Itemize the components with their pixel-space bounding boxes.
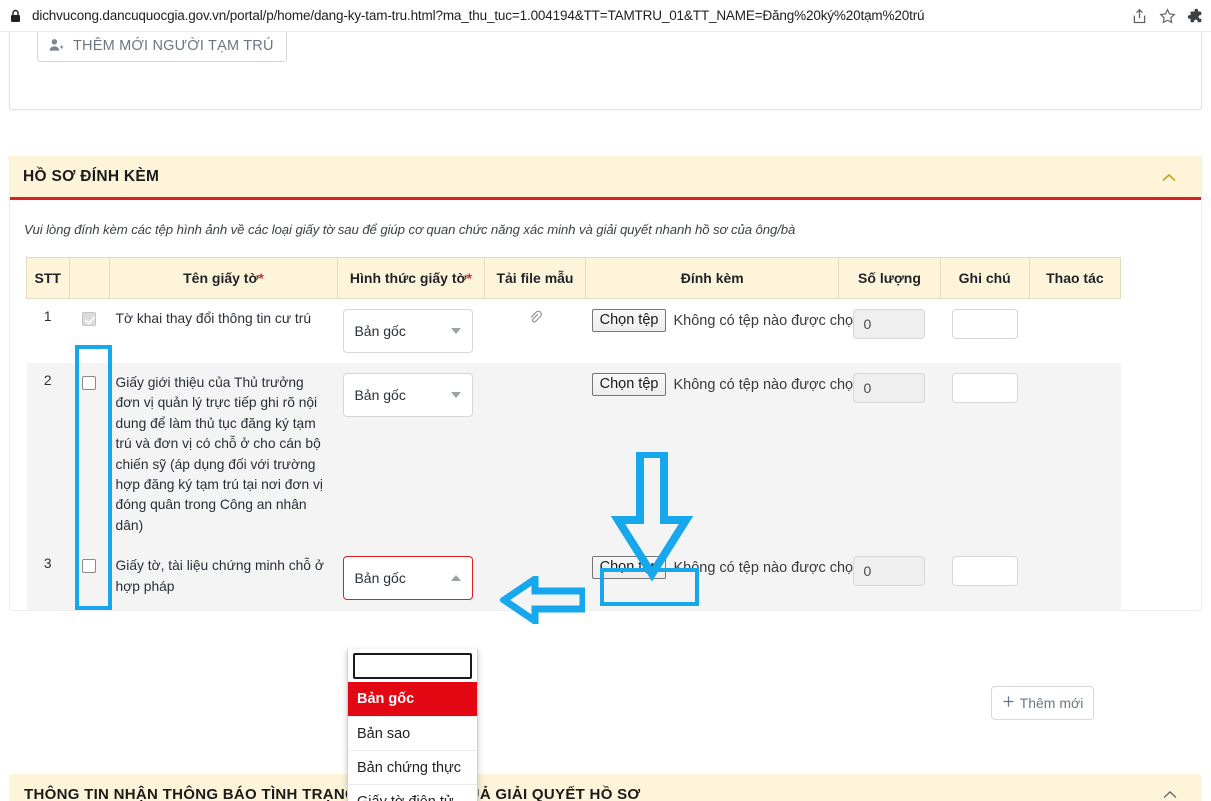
dropdown-filter-input[interactable]	[353, 653, 472, 679]
actions-cell	[1029, 298, 1121, 363]
document-type-value: Bản gốc	[354, 323, 406, 339]
star-icon[interactable]	[1153, 2, 1181, 30]
notification-info-panel[interactable]: THÔNG TIN NHẬN THÔNG BÁO TÌNH TRẠNG HỒ S…	[9, 774, 1202, 801]
column-header-doc-type: Hình thức giấy tờ*	[336, 257, 485, 299]
note-input[interactable]	[951, 309, 1018, 339]
browser-address-bar: dichvucong.dancuquocgia.gov.vn/portal/p/…	[0, 0, 1211, 32]
quantity-input[interactable]	[853, 309, 926, 339]
note-input[interactable]	[951, 556, 1018, 587]
attachment-panel: HỒ SƠ ĐÍNH KÈM Vui lòng đính kèm các tệp…	[9, 156, 1202, 720]
note-input[interactable]	[951, 373, 1018, 403]
column-header-stt: STT	[26, 257, 70, 299]
note-cell	[940, 546, 1030, 611]
document-type-select[interactable]: Bản gốc	[343, 309, 474, 353]
chevron-up-icon[interactable]	[1160, 785, 1180, 801]
document-name: Giấy tờ, tài liệu chứng minh chỗ ở hợp p…	[109, 546, 338, 611]
template-download-cell	[484, 298, 586, 363]
note-cell	[940, 298, 1030, 363]
chevron-down-icon	[451, 392, 462, 398]
choose-file-button[interactable]: Chọn tệp	[591, 373, 667, 396]
dropdown-option-ban-goc[interactable]: Bản gốc	[348, 682, 477, 716]
table-row: 1 Tờ khai thay đổi thông tin cư trú Bản …	[26, 298, 1121, 363]
table-row: 3 Giấy tờ, tài liệu chứng minh chỗ ở hợp…	[26, 546, 1121, 611]
attachment-table: STT Tên giấy tờ* Hình thức giấy tờ* Tải …	[26, 257, 1122, 611]
document-type-cell: Bản gốc	[337, 363, 485, 547]
dropdown-option-giay-to-dien-tu[interactable]: Giấy tờ điện tử	[348, 784, 477, 801]
attachment-panel-title: HỒ SƠ ĐÍNH KÈM	[23, 167, 160, 185]
quantity-input[interactable]	[853, 556, 926, 587]
attachment-cell: Chọn tệp Không có tệp nào được chọn	[585, 363, 861, 547]
column-header-actions: Thao tác	[1028, 257, 1122, 299]
plus-icon	[1002, 695, 1015, 711]
template-download-cell	[484, 363, 586, 547]
choose-file-button[interactable]: Chọn tệp	[591, 309, 667, 332]
file-status-label: Không có tệp nào được chọn	[673, 312, 862, 329]
quantity-input[interactable]	[853, 373, 926, 403]
chevron-up-icon	[451, 575, 462, 582]
column-header-attach: Đính kèm	[585, 257, 840, 299]
browser-toolbar-actions	[1125, 0, 1211, 32]
add-new-temporary-resident-label: THÊM MỚI NGƯỜI TẠM TRÚ	[73, 38, 274, 55]
document-type-cell: Bản gốc	[337, 298, 485, 363]
actions-cell	[1029, 546, 1121, 611]
choose-file-button[interactable]: Chọn tệp	[591, 556, 667, 580]
chevron-down-icon	[451, 328, 462, 334]
row-select-cell	[69, 298, 110, 363]
file-status-label: Không có tệp nào được chọn	[673, 376, 862, 393]
document-type-select-open[interactable]: Bản gốc	[343, 556, 474, 601]
column-header-note: Ghi chú	[939, 257, 1030, 299]
url-text[interactable]: dichvucong.dancuquocgia.gov.vn/portal/p/…	[32, 8, 925, 23]
quantity-cell	[838, 546, 941, 611]
document-type-dropdown-list[interactable]: Bản gốc Bản sao Bản chứng thực Giấy tờ đ…	[347, 649, 478, 801]
quantity-cell	[838, 363, 941, 547]
file-status-label: Không có tệp nào được chọn	[673, 559, 862, 576]
lock-icon	[8, 8, 22, 24]
document-type-value: Bản gốc	[354, 570, 406, 587]
share-icon[interactable]	[1125, 2, 1153, 30]
dropdown-option-ban-chung-thuc[interactable]: Bản chứng thực	[348, 750, 477, 784]
row-select-cell	[69, 363, 110, 547]
paperclip-icon[interactable]	[527, 310, 543, 328]
page-content: THÊM MỚI NGƯỜI TẠM TRÚ HỒ SƠ ĐÍNH KÈM Vu…	[0, 32, 1211, 801]
notification-info-title: THÔNG TIN NHẬN THÔNG BÁO TÌNH TRẠNG HỒ S…	[24, 785, 641, 801]
add-new-temporary-resident-button[interactable]: THÊM MỚI NGƯỜI TẠM TRÚ	[37, 32, 287, 62]
document-type-select[interactable]: Bản gốc	[343, 373, 474, 417]
document-name: Tờ khai thay đổi thông tin cư trú	[109, 298, 338, 363]
add-new-row-button[interactable]: Thêm mới	[991, 686, 1094, 720]
dropdown-option-ban-sao[interactable]: Bản sao	[348, 716, 477, 750]
document-type-cell: Bản gốc	[337, 546, 485, 611]
note-cell	[940, 363, 1030, 547]
chevron-up-icon[interactable]	[1159, 168, 1179, 188]
row-index: 1	[26, 298, 70, 363]
attachment-cell: Chọn tệp Không có tệp nào được chọn	[585, 298, 861, 363]
quantity-cell	[838, 298, 941, 363]
puzzle-icon[interactable]	[1181, 2, 1209, 30]
table-row: 2 Giấy giới thiệu của Thủ trưởng đơn vị …	[26, 363, 1121, 547]
row-index: 3	[26, 546, 70, 611]
template-download-cell	[484, 546, 586, 611]
actions-cell	[1029, 363, 1121, 547]
attachment-note: Vui lòng đính kèm các tệp hình ảnh về cá…	[24, 222, 796, 237]
column-header-quantity: Số lượng	[838, 257, 941, 299]
document-name: Giấy giới thiệu của Thủ trưởng đơn vị qu…	[109, 363, 338, 547]
row-index: 2	[26, 363, 70, 547]
row-select-checkbox[interactable]	[82, 312, 97, 326]
temporary-residents-card: THÊM MỚI NGƯỜI TẠM TRÚ	[9, 32, 1202, 110]
attachment-panel-header[interactable]: HỒ SƠ ĐÍNH KÈM	[10, 156, 1201, 200]
row-select-checkbox[interactable]	[82, 376, 97, 390]
column-header-select	[68, 257, 111, 299]
table-header-row: STT Tên giấy tờ* Hình thức giấy tờ* Tải …	[26, 257, 1122, 299]
attachment-cell: Chọn tệp Không có tệp nào được chọn	[585, 546, 861, 611]
column-header-template: Tải file mẫu	[483, 257, 587, 299]
row-select-checkbox[interactable]	[82, 559, 97, 574]
person-add-icon	[48, 37, 64, 57]
column-header-doc-name: Tên giấy tờ*	[109, 257, 338, 299]
add-new-row-label: Thêm mới	[1019, 695, 1084, 711]
row-select-cell	[69, 546, 110, 611]
document-type-value: Bản gốc	[354, 387, 406, 403]
